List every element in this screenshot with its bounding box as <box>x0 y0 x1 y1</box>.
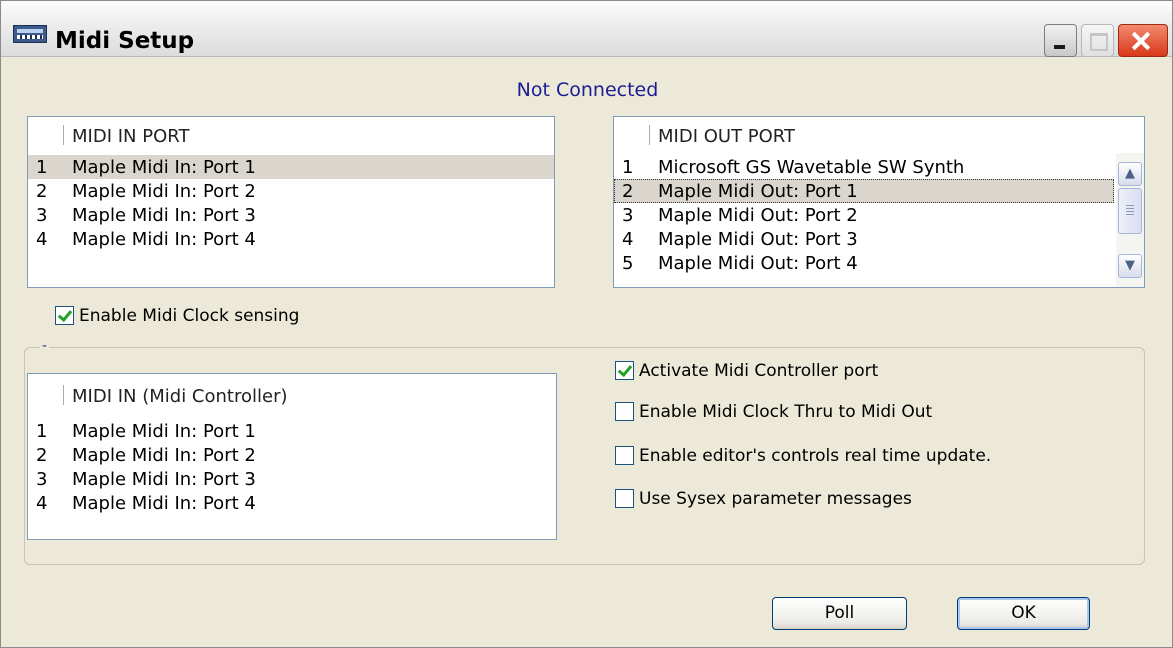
activate-controller-checkbox[interactable] <box>615 361 634 380</box>
group-title: - <box>40 338 50 354</box>
item-label: Microsoft GS Wavetable SW Synth <box>658 157 965 178</box>
maximize-icon[interactable] <box>1081 24 1114 57</box>
item-number: 5 <box>622 253 634 274</box>
item-label: Maple Midi In: Port 3 <box>72 469 256 490</box>
list-item[interactable]: 1 Maple Midi In: Port 1 <box>28 419 556 443</box>
close-icon[interactable] <box>1118 24 1168 57</box>
midi-setup-window: Midi Setup Not Connected MIDI IN PORT 1 … <box>0 0 1173 648</box>
realtime-update-checkbox[interactable] <box>615 446 634 465</box>
list-item[interactable]: 1 Maple Midi In: Port 1 <box>28 155 554 179</box>
item-label: Maple Midi Out: Port 3 <box>658 229 858 250</box>
midi-controller-port-list[interactable]: MIDI IN (Midi Controller) 1 Maple Midi I… <box>27 373 557 540</box>
item-label: Maple Midi Out: Port 4 <box>658 253 858 274</box>
header-separator <box>63 125 64 145</box>
poll-button[interactable]: Poll <box>772 597 907 630</box>
clock-thru-option[interactable]: Enable Midi Clock Thru to Midi Out <box>615 401 1035 427</box>
item-label: Maple Midi In: Port 1 <box>72 421 256 442</box>
minimize-icon[interactable] <box>1044 24 1077 57</box>
scroll-thumb[interactable] <box>1118 188 1142 234</box>
item-number: 4 <box>36 493 48 514</box>
item-number: 1 <box>36 157 48 178</box>
midi-app-icon <box>13 25 47 43</box>
item-number: 3 <box>36 205 48 226</box>
clock-sensing-label: Enable Midi Clock sensing <box>79 306 300 326</box>
item-number: 1 <box>622 157 634 178</box>
list-header[interactable]: MIDI IN PORT <box>28 117 554 153</box>
activate-controller-option[interactable]: Activate Midi Controller port <box>615 360 1015 386</box>
activate-controller-label: Activate Midi Controller port <box>639 361 879 381</box>
midi-out-port-list[interactable]: MIDI OUT PORT 1 Microsoft GS Wavetable S… <box>613 116 1145 288</box>
item-label: Maple Midi In: Port 1 <box>72 157 256 178</box>
realtime-update-label: Enable editor's controls real time updat… <box>639 446 992 466</box>
list-item[interactable]: 2 Maple Midi In: Port 2 <box>28 179 554 203</box>
list-item[interactable]: 2 Maple Midi Out: Port 1 <box>614 179 1114 203</box>
window-title: Midi Setup <box>55 28 195 54</box>
list-item[interactable]: 3 Maple Midi In: Port 3 <box>28 203 554 227</box>
item-label: Maple Midi In: Port 2 <box>72 445 256 466</box>
list-item[interactable]: 3 Maple Midi Out: Port 2 <box>614 203 1114 227</box>
chevron-down-icon[interactable]: ▼ <box>1118 254 1142 278</box>
ok-button[interactable]: OK <box>957 597 1090 630</box>
item-label: Maple Midi In: Port 4 <box>72 493 256 514</box>
list-item[interactable]: 2 Maple Midi In: Port 2 <box>28 443 556 467</box>
item-number: 1 <box>36 421 48 442</box>
header-label: MIDI IN (Midi Controller) <box>72 386 288 407</box>
header-separator <box>63 385 64 405</box>
clock-thru-label: Enable Midi Clock Thru to Midi Out <box>639 402 933 422</box>
item-number: 2 <box>622 181 634 202</box>
list-item[interactable]: 4 Maple Midi Out: Port 3 <box>614 227 1114 251</box>
list-item[interactable]: 4 Maple Midi In: Port 4 <box>28 491 556 515</box>
item-number: 4 <box>622 229 634 250</box>
sysex-option[interactable]: Use Sysex parameter messages <box>615 488 1035 514</box>
clock-sensing-option[interactable]: Enable Midi Clock sensing <box>55 305 335 331</box>
item-label: Maple Midi Out: Port 2 <box>658 205 858 226</box>
header-label: MIDI OUT PORT <box>658 126 796 147</box>
item-number: 3 <box>36 469 48 490</box>
item-label: Maple Midi Out: Port 1 <box>658 181 858 202</box>
list-header[interactable]: MIDI OUT PORT <box>614 117 1144 153</box>
item-number: 3 <box>622 205 634 226</box>
list-item[interactable]: 1 Microsoft GS Wavetable SW Synth <box>614 155 1114 179</box>
clock-sensing-checkbox[interactable] <box>55 306 74 325</box>
realtime-update-option[interactable]: Enable editor's controls real time updat… <box>615 445 1055 471</box>
item-label: Maple Midi In: Port 4 <box>72 229 256 250</box>
item-label: Maple Midi In: Port 3 <box>72 205 256 226</box>
sysex-checkbox[interactable] <box>615 489 634 508</box>
title-bar[interactable]: Midi Setup <box>1 1 1172 57</box>
item-number: 2 <box>36 181 48 202</box>
item-number: 2 <box>36 445 48 466</box>
clock-thru-checkbox[interactable] <box>615 402 634 421</box>
chevron-up-icon[interactable]: ▲ <box>1118 162 1142 186</box>
midi-in-port-list[interactable]: MIDI IN PORT 1 Maple Midi In: Port 1 2 M… <box>27 116 555 288</box>
list-item[interactable]: 5 Maple Midi Out: Port 4 <box>614 251 1114 275</box>
header-separator <box>649 125 650 145</box>
header-label: MIDI IN PORT <box>72 126 190 147</box>
connection-status: Not Connected <box>516 79 659 101</box>
item-label: Maple Midi In: Port 2 <box>72 181 256 202</box>
sysex-label: Use Sysex parameter messages <box>639 489 912 509</box>
vertical-scrollbar[interactable]: ▲ ▼ <box>1116 153 1144 287</box>
item-number: 4 <box>36 229 48 250</box>
list-item[interactable]: 4 Maple Midi In: Port 4 <box>28 227 554 251</box>
list-header[interactable]: MIDI IN (Midi Controller) <box>28 374 556 414</box>
list-item[interactable]: 3 Maple Midi In: Port 3 <box>28 467 556 491</box>
